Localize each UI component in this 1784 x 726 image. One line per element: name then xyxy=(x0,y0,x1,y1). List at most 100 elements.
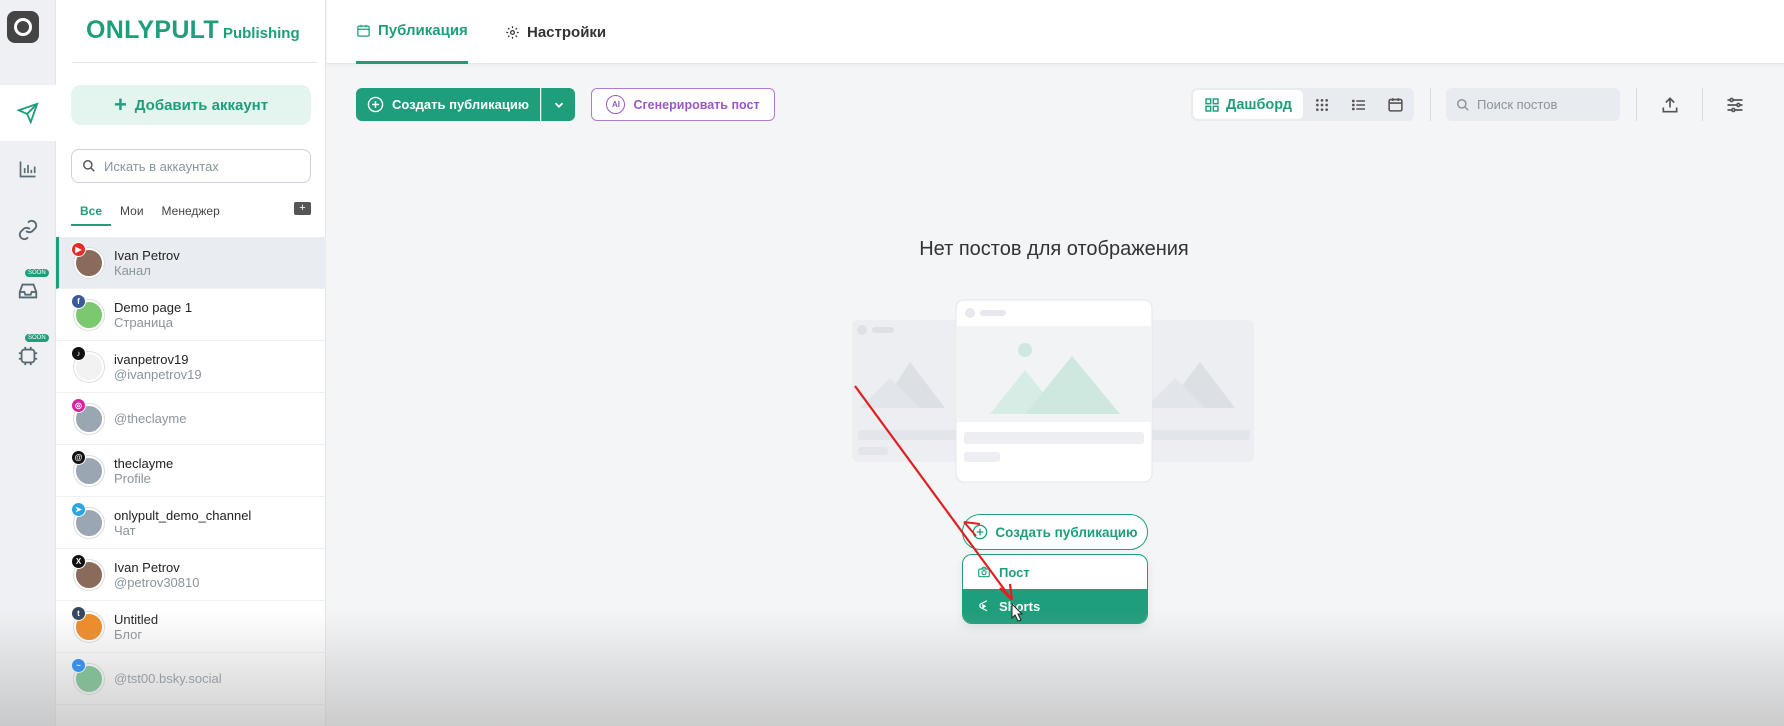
account-item[interactable]: @ theclayme Profile xyxy=(56,445,326,497)
divider xyxy=(1430,88,1431,121)
account-item[interactable]: ♪ ivanpetrov19 @ivanpetrov19 xyxy=(56,341,326,393)
brand-logo[interactable]: ONLYPULT Publishing xyxy=(86,16,300,45)
tab-settings[interactable]: Настройки xyxy=(505,0,606,64)
accounts-panel: ONLYPULT Publishing + Добавить аккаунт И… xyxy=(56,0,326,726)
account-sub: Блог xyxy=(114,626,143,642)
account-name: Ivan Petrov xyxy=(114,247,180,263)
menu-item-label: Shorts xyxy=(999,598,1041,614)
dashboard-icon xyxy=(1205,97,1219,112)
add-folder-icon[interactable]: + xyxy=(294,202,311,215)
posts-search-placeholder: Поиск постов xyxy=(1477,97,1558,112)
account-item[interactable]: ▶ Ivan Petrov Канал xyxy=(56,237,326,289)
chart-icon[interactable] xyxy=(0,141,56,197)
account-item[interactable]: f Demo page 1 Страница xyxy=(56,289,326,341)
account-search-input[interactable]: Искать в аккаунтах xyxy=(71,149,311,183)
filter-mine[interactable]: Мои xyxy=(111,200,153,226)
avatar: f xyxy=(71,293,104,330)
avatar: @ xyxy=(71,449,104,486)
divider xyxy=(1702,88,1703,121)
menu-item-label: Пост xyxy=(999,564,1030,580)
avatar: ◎ xyxy=(71,397,104,434)
create-publication-label: Создать публикацию xyxy=(392,97,529,112)
camera-icon xyxy=(978,566,990,578)
account-name: Demo page 1 xyxy=(114,299,193,315)
facebook-icon: f xyxy=(71,293,86,309)
avatar: ~ xyxy=(71,657,104,694)
search-icon xyxy=(83,160,95,172)
view-dashboard[interactable]: Дашборд xyxy=(1193,90,1303,119)
generate-post-button[interactable]: AI Сгенерировать пост xyxy=(591,88,775,121)
list-view-icon[interactable] xyxy=(1342,90,1376,119)
link-icon[interactable] xyxy=(0,202,56,258)
brand-product: Publishing xyxy=(222,25,300,42)
account-name: theclayme xyxy=(114,455,174,471)
tumblr-icon: t xyxy=(71,605,86,621)
avatar: t xyxy=(71,605,104,642)
account-filter-tabs: Все Мои Менеджер xyxy=(71,200,229,226)
account-item[interactable]: t Untitled Блог xyxy=(56,601,326,653)
avatar: ♪ xyxy=(71,345,104,382)
filter-manager[interactable]: Менеджер xyxy=(153,200,229,226)
soon-badge: SOON xyxy=(25,334,49,342)
add-account-label: Добавить аккаунт xyxy=(134,96,269,114)
account-sub: Profile xyxy=(114,470,151,486)
menu-item-post[interactable]: Пост xyxy=(963,555,1147,589)
empty-state-illustration xyxy=(852,299,1254,483)
youtube-icon: ▶ xyxy=(71,241,86,257)
add-account-button[interactable]: + Добавить аккаунт xyxy=(71,85,311,125)
menu-item-shorts[interactable]: Shorts xyxy=(963,589,1147,623)
generate-post-label: Сгенерировать пост xyxy=(633,97,760,112)
bluesky-icon: ~ xyxy=(71,657,86,673)
view-dashboard-label: Дашборд xyxy=(1226,96,1292,113)
account-list: ▶ Ivan Petrov Канал f Demo page 1 Страница… xyxy=(56,237,326,705)
tab-publication[interactable]: Публикация xyxy=(356,0,468,64)
create-dropdown-button[interactable] xyxy=(541,88,575,121)
filter-sliders-icon[interactable] xyxy=(1718,88,1752,121)
plus-icon: + xyxy=(113,92,127,117)
empty-state-title: Нет постов для отображения xyxy=(919,238,1189,260)
account-handle: @theclayme xyxy=(114,411,187,426)
tiktok-icon: ♪ xyxy=(71,345,86,361)
account-sub: @ivanpetrov19 xyxy=(114,366,202,382)
account-item[interactable]: ~ @tst00.bsky.social xyxy=(56,653,326,705)
send-icon[interactable] xyxy=(0,85,56,141)
ai-chip-icon[interactable]: SOON xyxy=(0,328,56,384)
plus-circle-icon xyxy=(973,524,988,540)
account-sub: Страница xyxy=(114,314,173,330)
upload-icon[interactable] xyxy=(1653,88,1687,121)
tab-label: Публикация xyxy=(378,22,468,39)
account-sub: Канал xyxy=(114,262,151,278)
avatar: ➤ xyxy=(71,501,104,538)
plus-circle-icon xyxy=(367,96,384,113)
avatar: ▶ xyxy=(71,241,104,278)
x-icon: X xyxy=(71,553,86,569)
threads-icon: @ xyxy=(71,449,86,465)
chevron-down-icon xyxy=(554,102,563,108)
create-publication-button[interactable]: Создать публикацию xyxy=(356,88,540,121)
account-item[interactable]: ➤ onlypult_demo_channel Чат xyxy=(56,497,326,549)
tab-label: Настройки xyxy=(527,23,607,41)
grid-view-icon[interactable] xyxy=(1305,90,1339,119)
account-item[interactable]: X Ivan Petrov @petrov30810 xyxy=(56,549,326,601)
avatar: X xyxy=(71,553,104,590)
shorts-icon xyxy=(979,600,988,612)
posts-search-input[interactable]: Поиск постов xyxy=(1446,88,1620,121)
account-sub: Чат xyxy=(114,522,136,538)
calendar-view-icon[interactable] xyxy=(1378,90,1412,119)
create-publication-cta[interactable]: Создать публикацию xyxy=(962,514,1148,550)
instagram-icon: ◎ xyxy=(71,397,86,413)
account-item[interactable]: ◎ @theclayme xyxy=(56,393,326,445)
soon-badge: SOON xyxy=(25,269,49,277)
account-name: onlypult_demo_channel xyxy=(114,507,252,523)
account-name: Untitled xyxy=(114,611,159,627)
calendar-icon xyxy=(357,24,370,37)
search-icon xyxy=(1457,98,1469,111)
filter-all[interactable]: Все xyxy=(71,200,112,226)
instagram-logo-icon[interactable] xyxy=(7,11,39,43)
brand-name: ONLYPULT xyxy=(86,16,219,44)
divider xyxy=(1636,88,1637,121)
icon-rail: SOON SOON xyxy=(0,0,56,726)
account-name: ivanpetrov19 xyxy=(114,351,189,367)
divider xyxy=(72,62,317,63)
inbox-icon[interactable]: SOON xyxy=(0,263,56,319)
